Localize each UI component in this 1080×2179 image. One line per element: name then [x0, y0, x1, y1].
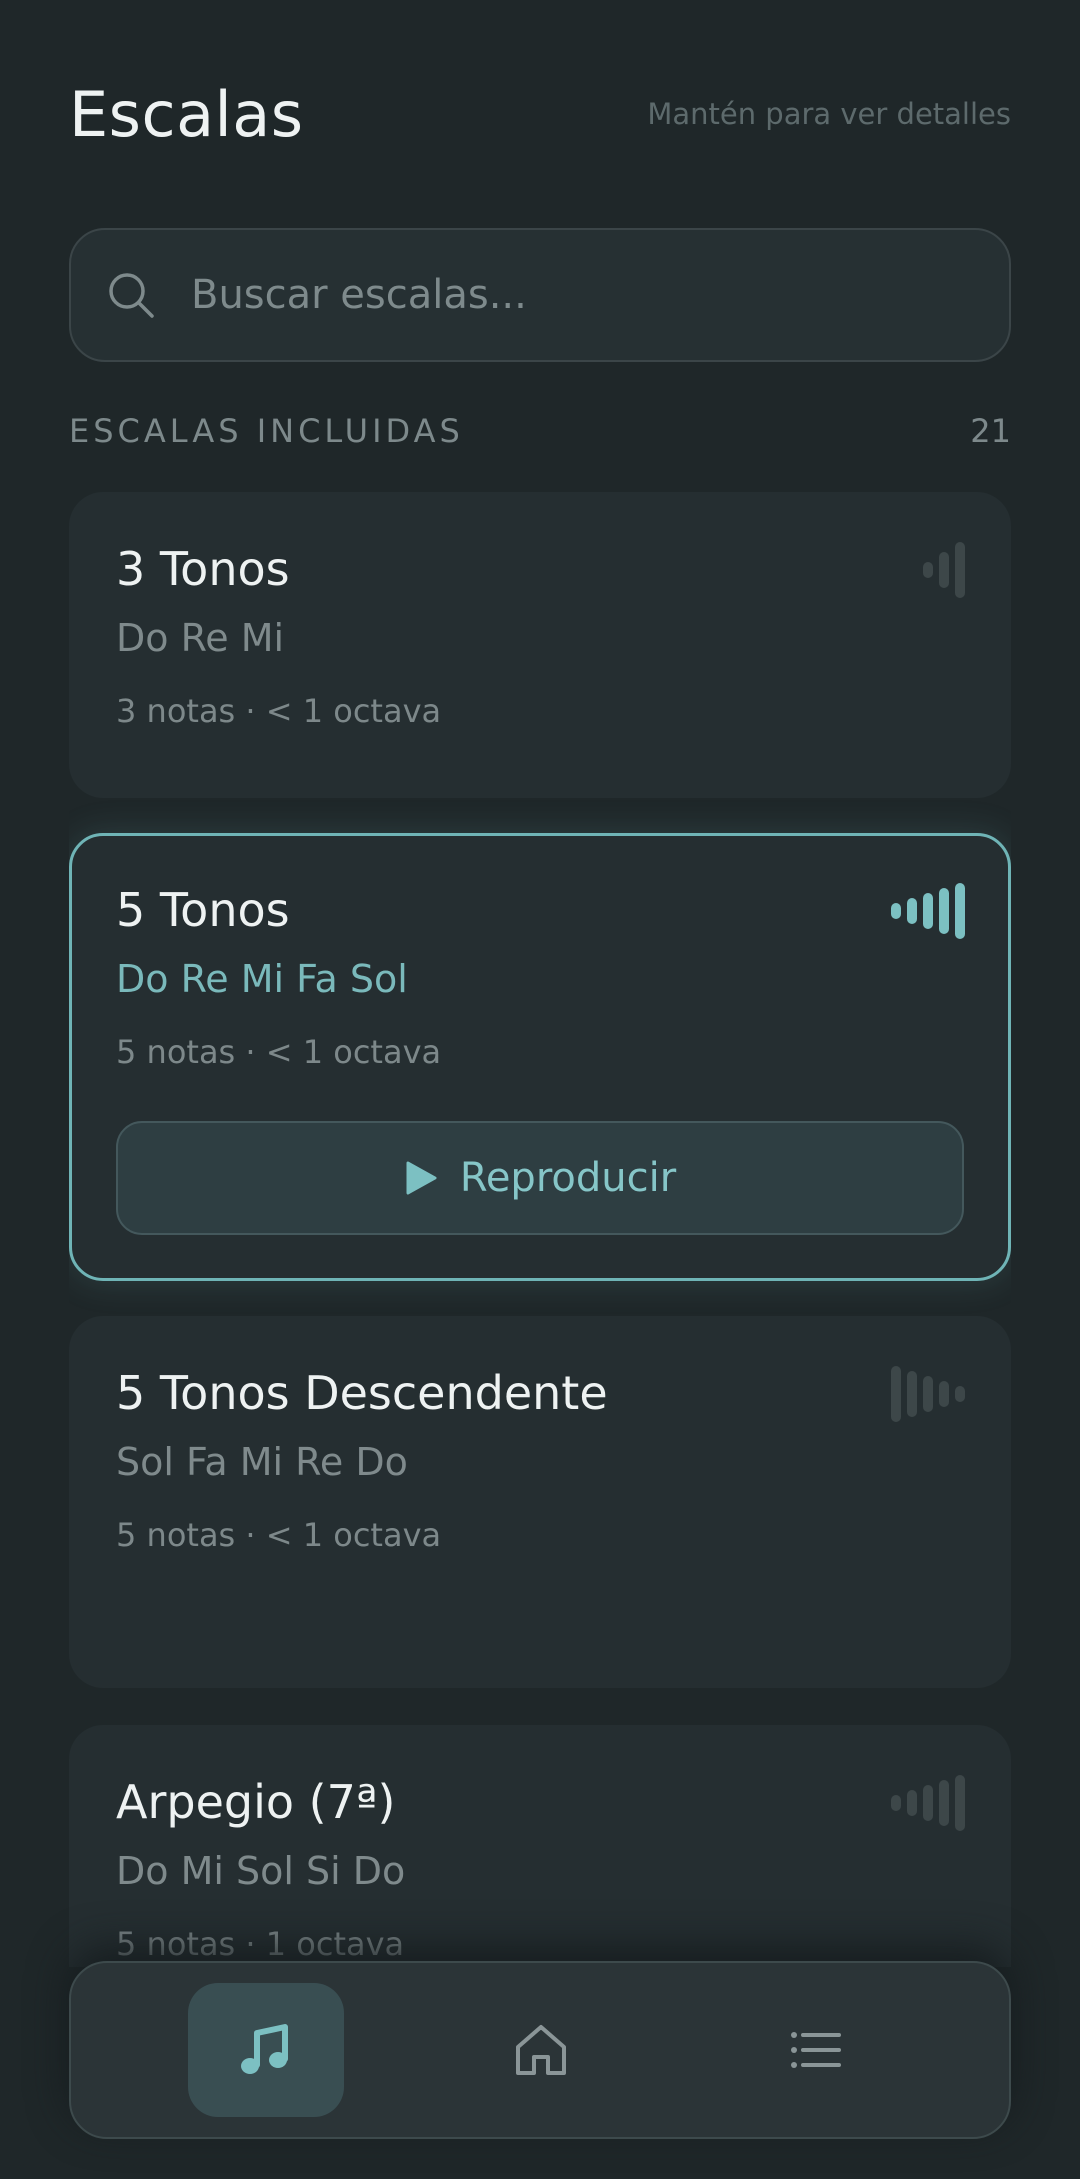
- section-count: 21: [970, 412, 1011, 450]
- descending-bars-icon: [891, 1366, 965, 1422]
- scale-card-3-tonos[interactable]: 3 Tonos Do Re Mi 3 notas · < 1 octava: [69, 492, 1011, 798]
- scale-title: 5 Tonos Descendente: [116, 1366, 608, 1420]
- scale-notes: Do Re Mi Fa Sol: [116, 957, 408, 1001]
- scale-list[interactable]: 3 Tonos Do Re Mi 3 notas · < 1 octava 5 …: [69, 492, 1011, 1967]
- nav-item-list[interactable]: [738, 1983, 894, 2117]
- scale-notes: Do Mi Sol Si Do: [116, 1849, 406, 1893]
- home-icon: [516, 2025, 566, 2075]
- scale-title: Arpegio (7ª): [116, 1775, 396, 1829]
- scale-card-arpegio[interactable]: Arpegio (7ª) Do Mi Sol Si Do 5 notas · 1…: [69, 1725, 1011, 1967]
- scale-notes: Do Re Mi: [116, 616, 285, 660]
- page-title: Escalas: [69, 77, 304, 151]
- bottom-nav: [69, 1961, 1011, 2139]
- scale-title: 5 Tonos: [116, 883, 290, 937]
- nav-item-home[interactable]: [463, 1983, 619, 2117]
- play-button[interactable]: Reproducir: [116, 1121, 964, 1235]
- section-header: ESCALAS INCLUIDAS 21: [69, 412, 1011, 450]
- ascending-bars-icon: [891, 1775, 965, 1831]
- scale-card-5-tonos[interactable]: 5 Tonos Do Re Mi Fa Sol 5 notas · < 1 oc…: [69, 833, 1011, 1281]
- music-note-icon: [241, 2024, 288, 2074]
- scale-notes: Sol Fa Mi Re Do: [116, 1440, 408, 1484]
- scale-meta: 5 notas · < 1 octava: [116, 1033, 442, 1071]
- search-input[interactable]: [191, 272, 1009, 318]
- scale-title: 3 Tonos: [116, 542, 290, 596]
- list-icon: [791, 2032, 841, 2068]
- scale-card-5-tonos-descendente[interactable]: 5 Tonos Descendente Sol Fa Mi Re Do 5 no…: [69, 1316, 1011, 1688]
- play-icon: [406, 1161, 437, 1195]
- nav-item-scales[interactable]: [188, 1983, 344, 2117]
- section-label: ESCALAS INCLUIDAS: [69, 412, 464, 450]
- ascending-bars-icon: [923, 542, 965, 598]
- ascending-bars-icon: [891, 883, 965, 939]
- search-bar[interactable]: [69, 228, 1011, 362]
- header: Escalas Mantén para ver detalles: [69, 72, 1011, 156]
- play-button-label: Reproducir: [459, 1155, 677, 1201]
- long-press-hint: Mantén para ver detalles: [647, 97, 1011, 131]
- scale-meta: 3 notas · < 1 octava: [116, 692, 442, 730]
- scale-meta: 5 notas · < 1 octava: [116, 1516, 442, 1554]
- search-icon: [109, 273, 154, 318]
- scale-meta: 5 notas · 1 octava: [116, 1925, 405, 1963]
